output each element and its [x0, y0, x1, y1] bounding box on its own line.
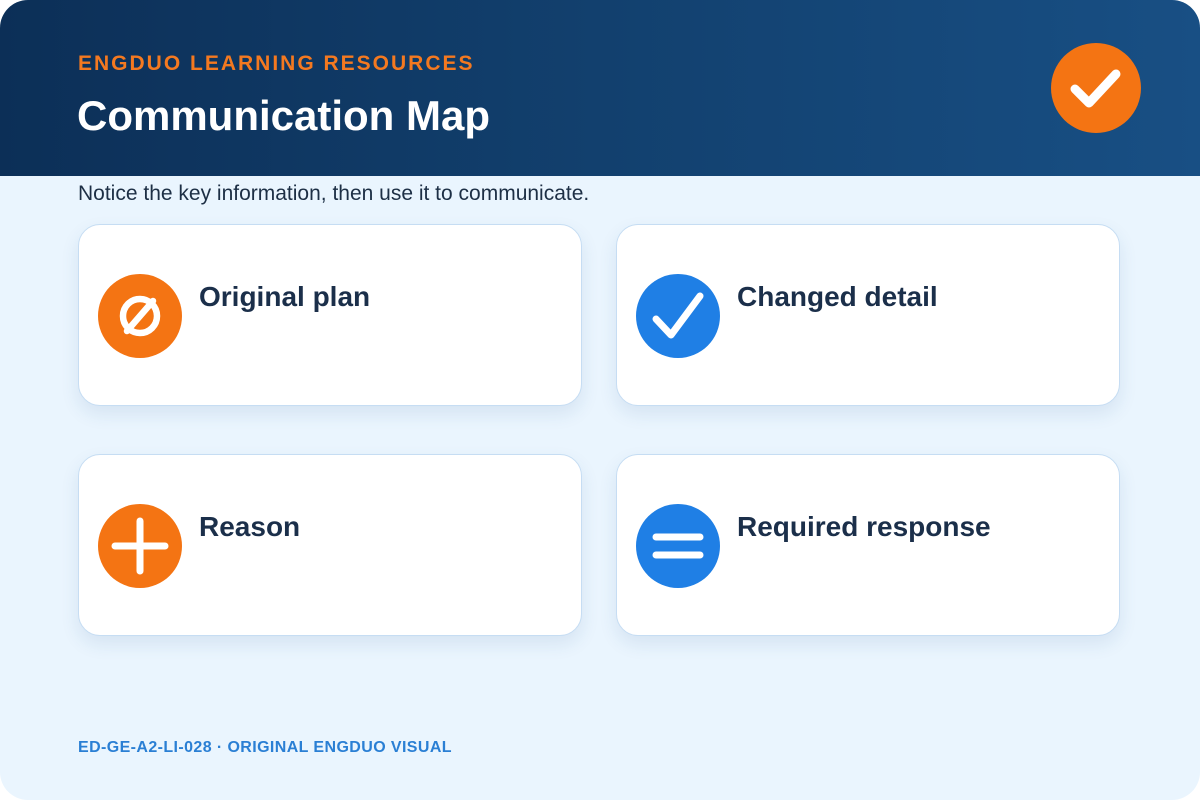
- card-required-response: Required response: [616, 454, 1120, 636]
- footer-code: ED-GE-A2-LI-028 · ORIGINAL ENGDUO VISUAL: [78, 739, 452, 756]
- card-label: Original plan: [199, 281, 371, 312]
- card-label: Reason: [199, 511, 301, 542]
- card-original-plan: Original plan: [78, 224, 582, 406]
- check-icon: [636, 274, 720, 358]
- card-label: Changed detail: [737, 281, 938, 312]
- eyebrow-label: ENGDUO LEARNING RESOURCES: [78, 52, 475, 75]
- card-reason: Reason: [78, 454, 582, 636]
- equals-icon: [636, 504, 720, 588]
- card-label: Required response: [737, 511, 991, 542]
- card-changed-detail: Changed detail: [616, 224, 1120, 406]
- check-icon: [1051, 43, 1141, 133]
- instruction-text: Notice the key information, then use it …: [78, 182, 590, 205]
- header-banner: ENGDUO LEARNING RESOURCES Communication …: [0, 0, 1200, 176]
- empty-set-icon: [98, 274, 182, 358]
- page-title: Communication Map: [77, 92, 491, 139]
- communication-map-page: ENGDUO LEARNING RESOURCES Communication …: [0, 0, 1200, 800]
- plus-icon: [98, 504, 182, 588]
